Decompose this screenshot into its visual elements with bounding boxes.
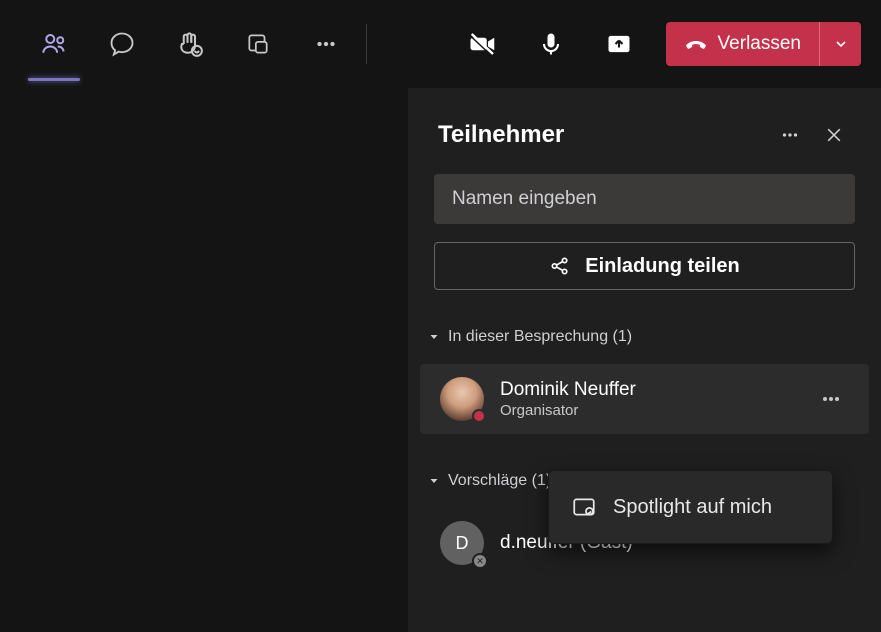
chat-button[interactable]: [88, 17, 156, 71]
section-suggestions-label: Vorschläge (1): [448, 472, 551, 490]
toolbar-separator: [366, 24, 367, 64]
caret-down-icon: [428, 331, 440, 343]
leave-button-label: Verlassen: [718, 33, 801, 55]
presence-busy-icon: [472, 409, 486, 423]
breakout-rooms-icon: [245, 31, 271, 57]
hand-emoji-icon: [175, 29, 205, 59]
share-screen-button[interactable]: [586, 17, 652, 71]
people-icon: [39, 29, 69, 59]
close-icon: [824, 125, 844, 145]
section-in-meeting-label: In dieser Besprechung (1): [448, 328, 632, 346]
panel-more-button[interactable]: [773, 118, 807, 152]
share-link-icon: [549, 255, 571, 277]
leave-button[interactable]: Verlassen: [666, 22, 819, 66]
presence-offline-icon: ✕: [472, 553, 488, 569]
more-icon: [313, 31, 339, 57]
reactions-button[interactable]: [156, 17, 224, 71]
avatar: [440, 377, 484, 421]
more-icon: [779, 124, 801, 146]
section-in-meeting-header[interactable]: In dieser Besprechung (1): [428, 328, 855, 346]
hangup-icon: [684, 32, 708, 56]
chat-icon: [108, 30, 136, 58]
avatar-initial-letter: D: [456, 533, 469, 554]
mic-toggle-button[interactable]: [518, 17, 584, 71]
leave-control-group: Verlassen: [666, 22, 861, 66]
panel-header: Teilnehmer: [408, 88, 881, 174]
share-screen-icon: [605, 30, 633, 58]
participant-row[interactable]: Dominik Neuffer Organisator: [420, 364, 869, 434]
caret-down-icon: [428, 475, 440, 487]
leave-options-button[interactable]: [819, 22, 861, 66]
spotlight-icon: [571, 494, 597, 520]
content-area: Teilnehmer Einladung teilen: [0, 88, 881, 632]
meeting-toolbar: Verlassen: [0, 0, 881, 88]
participant-text: Dominik Neuffer Organisator: [500, 379, 819, 419]
participant-search-input[interactable]: [434, 174, 855, 224]
more-actions-button[interactable]: [292, 17, 360, 71]
menu-item-spotlight-label: Spotlight auf mich: [613, 496, 772, 519]
microphone-icon: [537, 30, 565, 58]
rooms-button[interactable]: [224, 17, 292, 71]
avatar-initial: D ✕: [440, 521, 484, 565]
more-icon: [819, 387, 843, 411]
participants-panel: Teilnehmer Einladung teilen: [408, 88, 881, 632]
panel-title: Teilnehmer: [438, 121, 763, 149]
camera-off-icon: [468, 29, 498, 59]
toolbar-right: Verlassen: [450, 17, 861, 71]
video-stage: [0, 88, 408, 632]
participant-name: Dominik Neuffer: [500, 379, 819, 401]
participant-more-button[interactable]: [819, 387, 849, 411]
share-invite-label: Einladung teilen: [585, 255, 739, 278]
people-button[interactable]: [20, 17, 88, 71]
camera-toggle-button[interactable]: [450, 17, 516, 71]
toolbar-left: [20, 17, 360, 71]
menu-item-spotlight[interactable]: Spotlight auf mich: [549, 471, 832, 543]
participant-role: Organisator: [500, 402, 819, 419]
share-invite-button[interactable]: Einladung teilen: [434, 242, 855, 290]
panel-close-button[interactable]: [817, 118, 851, 152]
chevron-down-icon: [833, 36, 849, 52]
participant-context-menu: Spotlight auf mich: [548, 470, 833, 544]
